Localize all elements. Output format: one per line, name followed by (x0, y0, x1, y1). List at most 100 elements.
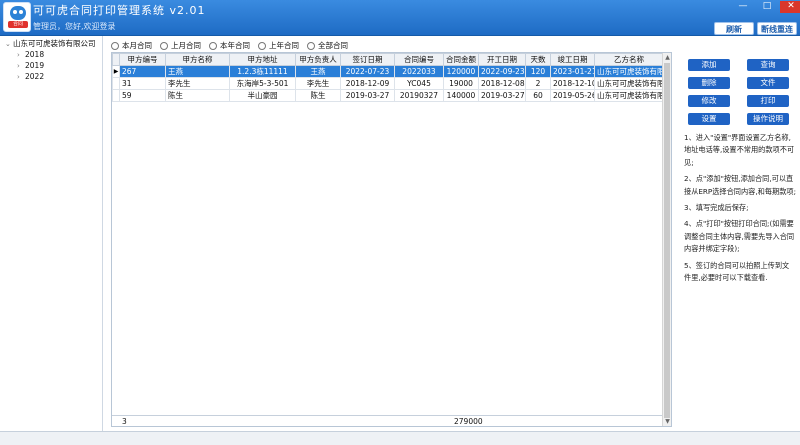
table-cell[interactable]: 王燕 (165, 65, 230, 78)
file-button[interactable]: 文件 (747, 77, 789, 89)
table-cell[interactable]: 2019-03-27 (478, 89, 526, 102)
date-filter-group: 本月合同 上月合同 本年合同 上年合同 全部合同 (111, 40, 356, 51)
refresh-button[interactable]: 刷新 (714, 22, 754, 35)
row-indicator-header (112, 53, 120, 66)
radio-icon[interactable] (209, 41, 217, 50)
logo-tag: 合同 (8, 21, 28, 28)
expand-icon[interactable]: › (17, 72, 25, 82)
tree-node-label: 2019 (25, 61, 45, 70)
table-cell[interactable]: 李先生 (165, 77, 230, 90)
col-header[interactable]: 合同金额 (443, 53, 479, 66)
table-cell[interactable]: 120 (525, 65, 551, 78)
instruction-item: 2、点"添加"按钮,添加合同,可以直接从ERP选择合同内容,和每期款项; (684, 174, 797, 196)
table-cell[interactable]: 120000 (443, 65, 479, 78)
table-cell[interactable]: 1.2.3栋11111 (229, 65, 296, 78)
col-header[interactable]: 竣工日期 (550, 53, 595, 66)
modify-button[interactable]: 修改 (688, 95, 730, 107)
delete-button[interactable]: 删除 (688, 77, 730, 89)
tree-node-2019[interactable]: › 2019 (17, 61, 44, 71)
scroll-thumb[interactable] (664, 63, 670, 418)
contract-table[interactable]: 甲方编号 甲方名称 甲方地址 甲方负责人 签订日期 合同编号 合同金额 开工日期… (111, 52, 672, 427)
table-cell[interactable]: 2022033 (394, 65, 444, 78)
table-cell[interactable]: 李先生 (295, 77, 341, 90)
table-cell[interactable]: 140000 (443, 89, 479, 102)
table-cell[interactable]: 2023-01-21 (550, 65, 595, 78)
settings-button[interactable]: 设置 (688, 113, 730, 125)
table-cell[interactable]: 2018-12-09 (340, 77, 395, 90)
tree-root-label: 山东可可虎装饰有限公司 (13, 39, 96, 48)
table-cell[interactable]: 2018-12-10 (550, 77, 595, 90)
expand-icon[interactable]: › (17, 50, 25, 60)
table-cell[interactable]: 2022-07-23 (340, 65, 395, 78)
col-header[interactable]: 签订日期 (340, 53, 395, 66)
col-header[interactable]: 甲方地址 (229, 53, 296, 66)
radio-icon[interactable] (160, 41, 168, 50)
radio-icon[interactable] (307, 41, 315, 50)
reconnect-button[interactable]: 断线重连 (757, 22, 797, 35)
maximize-button[interactable]: □ (756, 1, 778, 13)
col-header[interactable]: 开工日期 (478, 53, 526, 66)
filter-this-year[interactable]: 本年合同 (209, 40, 250, 51)
tree-node-2022[interactable]: › 2022 (17, 72, 44, 82)
filter-last-year[interactable]: 上年合同 (258, 40, 299, 51)
radio-icon[interactable] (111, 41, 119, 50)
table-cell[interactable]: YC045 (394, 77, 444, 90)
print-button[interactable]: 打印 (747, 95, 789, 107)
table-cell[interactable]: 陈生 (295, 89, 341, 102)
col-header[interactable]: 甲方编号 (119, 53, 166, 66)
tree-node-label: 2022 (25, 72, 45, 81)
scroll-up-icon[interactable]: ▲ (663, 53, 671, 62)
scroll-down-icon[interactable]: ▼ (663, 417, 671, 426)
app-title: 可可虎合同打印管理系统 v2.01 (33, 4, 206, 17)
col-header[interactable]: 合同编号 (394, 53, 444, 66)
tree-root[interactable]: ⌄ 山东可可虎装饰有限公司 (5, 39, 96, 49)
radio-icon[interactable] (258, 41, 266, 50)
query-button[interactable]: 查询 (747, 59, 789, 71)
instruction-item: 3、填写完成后保存; (684, 203, 749, 213)
table-cell[interactable]: 2018-12-08 (478, 77, 526, 90)
table-cell[interactable]: 20190327 (394, 89, 444, 102)
table-cell[interactable]: 2019-05-26 (550, 89, 595, 102)
total-amount: 279000 (454, 417, 483, 426)
expand-icon[interactable]: › (17, 61, 25, 71)
close-button[interactable]: ✕ (780, 1, 800, 13)
row-count: 3 (122, 417, 127, 426)
table-cell[interactable]: 2022-09-23 (478, 65, 526, 78)
col-header[interactable]: 乙方名称 (594, 53, 664, 66)
welcome-text: 管理员，您好,欢迎登录 (33, 22, 116, 31)
table-cell[interactable]: 60 (525, 89, 551, 102)
table-cell[interactable]: 山东可可虎装饰有限 (594, 65, 664, 78)
company-tree[interactable]: ⌄ 山东可可虎装饰有限公司 › 2018 › 2019 › 2022 (3, 36, 103, 431)
vertical-scrollbar[interactable]: ▲ ▼ (662, 53, 671, 426)
col-header[interactable]: 甲方名称 (165, 53, 230, 66)
table-cell[interactable]: 267 (119, 65, 166, 78)
table-row[interactable]: ▶ 267 王燕 1.2.3栋11111 王燕 2022-07-23 20220… (112, 65, 664, 78)
table-cell[interactable]: 王燕 (295, 65, 341, 78)
table-row[interactable]: 31 李先生 东海岸5-3-501 李先生 2018-12-09 YC045 1… (112, 77, 664, 90)
table-cell[interactable]: 东海岸5-3-501 (229, 77, 296, 90)
tree-node-2018[interactable]: › 2018 (17, 50, 44, 60)
filter-all[interactable]: 全部合同 (307, 40, 348, 51)
table-cell[interactable]: 31 (119, 77, 166, 90)
row-indicator (112, 77, 120, 90)
add-button[interactable]: 添加 (688, 59, 730, 71)
minimize-button[interactable]: — (732, 1, 754, 13)
table-cell[interactable]: 山东可可虎装饰有限 (594, 77, 664, 90)
table-cell[interactable]: 59 (119, 89, 166, 102)
instruction-item: 5、签订的合同可以拍照上传到文件里,必要时可以下载查看. (684, 260, 790, 283)
table-row[interactable]: 59 陈生 半山豪园 陈生 2019-03-27 20190327 140000… (112, 89, 664, 102)
table-cell[interactable]: 山东可可虎装饰有限 (594, 89, 664, 102)
table-cell[interactable]: 19000 (443, 77, 479, 90)
table-cell[interactable]: 半山豪园 (229, 89, 296, 102)
col-header[interactable]: 天数 (525, 53, 551, 66)
filter-label: 本月合同 (122, 41, 152, 50)
help-button[interactable]: 操作说明 (747, 113, 789, 125)
table-cell[interactable]: 陈生 (165, 89, 230, 102)
filter-last-month[interactable]: 上月合同 (160, 40, 201, 51)
instructions: 1、进入"设置"界面设置乙方名称,地址电话等,设置不常用的款项不可见; 2、点"… (684, 132, 796, 288)
table-cell[interactable]: 2 (525, 77, 551, 90)
filter-this-month[interactable]: 本月合同 (111, 40, 152, 51)
col-header[interactable]: 甲方负责人 (295, 53, 341, 66)
table-cell[interactable]: 2019-03-27 (340, 89, 395, 102)
collapse-icon[interactable]: ⌄ (5, 39, 13, 49)
